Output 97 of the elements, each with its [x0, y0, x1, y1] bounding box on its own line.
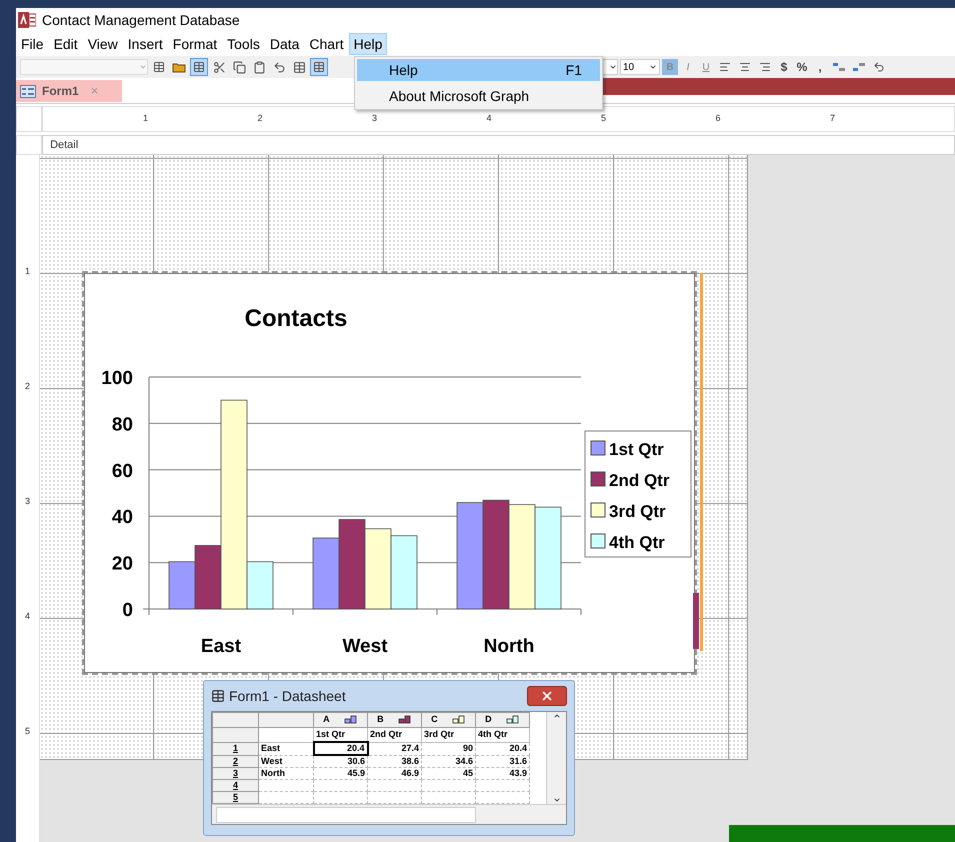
data-cell[interactable]: 90 [422, 742, 476, 755]
form-icon [20, 84, 36, 98]
menu-item[interactable]: File [16, 33, 49, 55]
ruler-number: 3 [24, 495, 30, 507]
data-cell[interactable]: 30.6 [314, 755, 368, 768]
menu-item[interactable]: Help [348, 33, 388, 55]
datasheet-title: Form1 - Datasheet [229, 686, 346, 706]
number-format-button[interactable]: , [812, 59, 828, 75]
legend-label: 3rd Qtr [609, 502, 666, 521]
axis-tick-label: 100 [101, 368, 133, 389]
column-letter: D [485, 713, 492, 726]
horizontal-scrollbar[interactable] [212, 804, 566, 824]
axis-tick-label: 60 [112, 460, 133, 482]
axis-tick-label: 20 [112, 554, 133, 575]
font-size-value: 10 [623, 60, 634, 74]
data-cell[interactable]: 27.4 [368, 742, 422, 755]
data-cell[interactable]: 45 [422, 768, 476, 780]
menu-item[interactable]: Insert [122, 33, 168, 55]
category-cell[interactable]: North [258, 768, 314, 780]
menu-item[interactable]: Format [168, 33, 222, 55]
column-letter: A [323, 713, 330, 726]
column-letter: C [431, 713, 438, 726]
caret-icon [609, 63, 617, 71]
category-label: North [484, 636, 534, 657]
data-cell[interactable]: 20.4 [314, 742, 368, 755]
chart-title: Contacts [244, 305, 348, 332]
close-icon [540, 689, 554, 703]
bar [168, 561, 196, 610]
caret-icon [649, 63, 657, 71]
tab-label: Form1 [42, 83, 79, 100]
legend-label: 2nd Qtr [609, 471, 670, 490]
series-name-cell[interactable]: 4th Qtr [476, 727, 530, 742]
ruler-number: 1 [143, 112, 149, 126]
ruler-number: 2 [258, 112, 264, 126]
row-header[interactable]: 2 [212, 755, 258, 768]
section-label: Detail [49, 138, 78, 153]
datasheet-icon [211, 689, 225, 703]
close-button[interactable] [527, 686, 567, 706]
scroll-down-icon[interactable] [552, 796, 560, 804]
ruler-number: 7 [830, 112, 836, 126]
category-label: West [342, 636, 388, 657]
menu-item[interactable]: Edit [48, 33, 83, 55]
category-cell[interactable]: East [258, 742, 314, 755]
data-cell[interactable]: 45.9 [314, 768, 368, 780]
document-tab[interactable]: Form1 × [16, 80, 122, 102]
ruler-number: 1 [24, 265, 30, 277]
column-letter: B [377, 713, 384, 726]
datasheet-icon[interactable] [190, 58, 208, 76]
series-name-cell[interactable]: 1st Qtr [314, 727, 368, 742]
data-cell[interactable]: 46.9 [368, 768, 422, 780]
legend-swatch [590, 502, 606, 518]
data-cell[interactable]: 20.4 [476, 742, 530, 755]
ruler-number: 5 [24, 725, 30, 737]
data-cell[interactable]: 43.9 [476, 768, 530, 780]
data-cell[interactable]: 38.6 [368, 755, 422, 768]
series-name-cell[interactable]: 3rd Qtr [422, 727, 476, 742]
layout-icon[interactable] [310, 58, 328, 76]
menu-option[interactable]: About Microsoft Graph [357, 85, 600, 107]
caret-icon [139, 63, 147, 71]
ruler-number: 4 [486, 112, 492, 126]
axis-tick-label: 80 [112, 414, 133, 436]
ruler-number: 4 [24, 610, 30, 622]
menu-item[interactable]: Data [264, 33, 304, 55]
menu-item[interactable]: Tools [222, 33, 265, 55]
ruler-number: 6 [716, 112, 722, 126]
ruler-number: 2 [24, 380, 30, 392]
number-format-button[interactable]: % [794, 59, 810, 75]
font-size-dropdown[interactable]: 10 [620, 59, 660, 75]
legend-label: 1st Qtr [609, 440, 664, 459]
category-cell[interactable] [258, 780, 314, 792]
ruler-number: 5 [601, 112, 607, 126]
data-cell[interactable]: 31.6 [476, 755, 530, 768]
ruler-number: 3 [372, 112, 378, 126]
menu-item[interactable]: Chart [304, 33, 349, 55]
row-header[interactable]: 1 [212, 742, 258, 755]
row-header[interactable]: 5 [212, 792, 258, 804]
scroll-up-icon[interactable] [552, 712, 560, 720]
chart-object[interactable]: Contacts 0 20 40 60 80 100 East West North 1st Qtr 2nd Qtr 3rd Qtr 4th Qtr [84, 273, 695, 673]
legend-swatch [590, 440, 606, 456]
row-header[interactable]: 3 [212, 768, 258, 780]
axis-tick-label: 40 [112, 507, 133, 528]
data-cell[interactable]: 34.6 [422, 755, 476, 768]
bar [312, 538, 340, 610]
legend-swatch [590, 472, 606, 486]
number-format-button[interactable]: $ [776, 59, 792, 75]
legend-swatch [590, 534, 606, 548]
legend-label: 4th Qtr [609, 533, 665, 552]
category-label: East [200, 636, 242, 657]
axis-tick-label: 0 [122, 600, 133, 621]
menu-option[interactable]: Help F1 [357, 59, 600, 81]
series-name-cell[interactable]: 2nd Qtr [368, 727, 422, 742]
vertical-scrollbar[interactable] [546, 712, 566, 804]
category-cell[interactable]: West [258, 755, 314, 768]
window-title: Contact Management Database [42, 10, 240, 30]
menu-item[interactable]: View [82, 33, 123, 55]
row-header[interactable]: 4 [212, 780, 258, 792]
stray-bar [693, 593, 699, 649]
